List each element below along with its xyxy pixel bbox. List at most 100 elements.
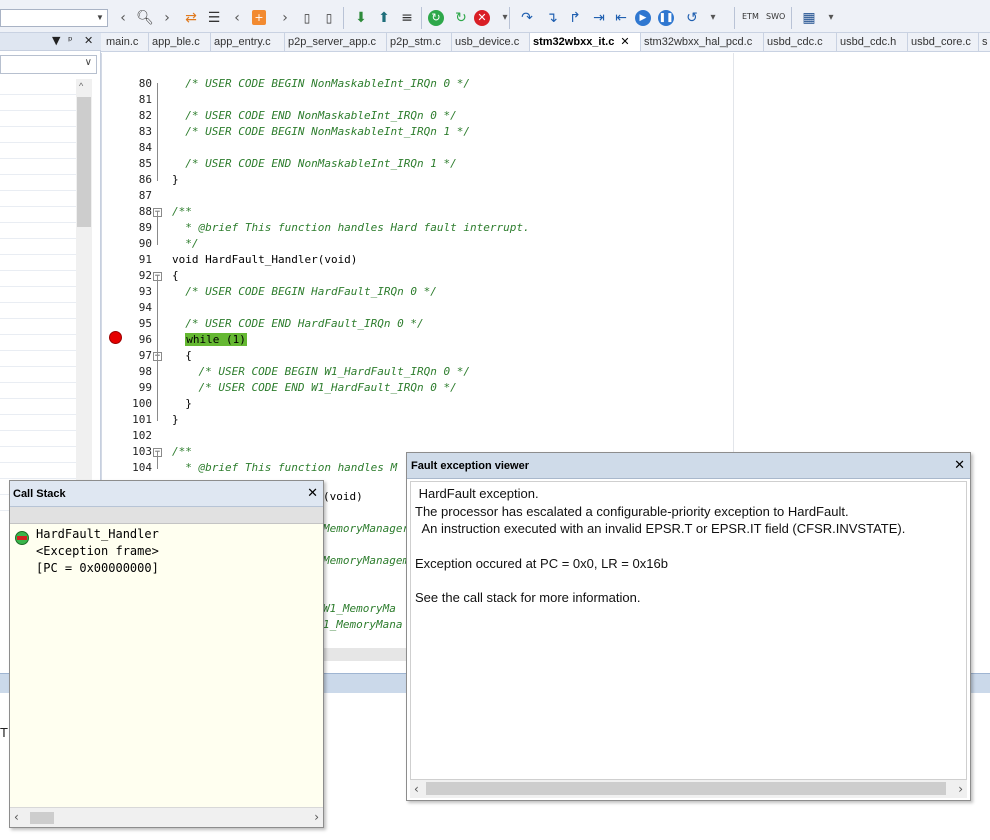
step-over-icon[interactable]: ↷ [518, 9, 536, 27]
page-next-icon[interactable]: ▯ [320, 9, 338, 27]
code-line[interactable]: } [172, 413, 179, 426]
code-line[interactable]: * @brief This function handles M [172, 461, 397, 474]
code-line[interactable]: /* USER CODE END W1_HardFault_IRQn 0 */ [172, 381, 456, 394]
left-pane-list[interactable] [0, 79, 76, 519]
indent-list-icon[interactable]: ☰ [205, 9, 223, 27]
scrollbar-thumb[interactable] [426, 782, 946, 795]
line-number: 97 [138, 349, 152, 362]
scroll-right-icon[interactable]: › [958, 782, 963, 796]
etm-button[interactable]: ETM [742, 12, 759, 21]
back-nav-icon[interactable]: ‹ [228, 9, 246, 27]
call-stack-frame[interactable]: HardFault_Handler [36, 527, 159, 541]
code-line[interactable]: } [172, 397, 192, 410]
editor-hscrollbar[interactable] [323, 648, 408, 661]
swo-button[interactable]: SWO [766, 12, 785, 21]
run-icon[interactable]: ▶ [635, 10, 651, 26]
code-line[interactable]: MemoryManager [323, 522, 409, 535]
code-line[interactable]: /* USER CODE BEGIN HardFault_IRQn 0 */ [172, 285, 437, 298]
page-prev-icon[interactable]: ▯ [298, 9, 316, 27]
tab-active[interactable]: stm32wbxx_it.c ✕ [530, 33, 641, 51]
stop-icon[interactable]: ✕ [474, 10, 490, 26]
pause-icon[interactable]: ❚❚ [658, 10, 674, 26]
line-number: 100 [132, 397, 152, 410]
code-line[interactable]: /* USER CODE END NonMaskableInt_IRQn 1 *… [172, 157, 457, 170]
code-line[interactable]: */ [172, 237, 198, 250]
code-line[interactable]: (void) [323, 490, 363, 503]
code-line[interactable]: /** [172, 445, 192, 458]
left-pane-scrollbar[interactable]: ^ [76, 79, 92, 519]
close-icon[interactable]: ✕ [307, 486, 318, 501]
code-line[interactable]: /* USER CODE END NonMaskableInt_IRQn 0 *… [172, 109, 457, 122]
forward-arrow-icon[interactable]: › [158, 9, 176, 27]
code-line[interactable]: /** [172, 205, 192, 218]
call-stack-frame[interactable]: <Exception frame> [36, 544, 159, 558]
download-green-icon[interactable]: ⬇ [352, 9, 370, 27]
toolbar-combo[interactable]: ▼ [0, 9, 108, 27]
left-pane-combo[interactable]: ∨ [0, 55, 97, 74]
breakpoint-icon[interactable] [109, 331, 122, 344]
tab[interactable]: usbd_core.c [908, 33, 979, 51]
call-stack-title-bar[interactable]: Call Stack ✕ [10, 481, 323, 507]
code-line[interactable]: /* USER CODE BEGIN W1_HardFault_IRQn 0 *… [172, 365, 470, 378]
tab-label: usbd_cdc.h [840, 36, 897, 48]
search-icon[interactable]: 🔍︎ [136, 9, 154, 27]
menu-list-icon[interactable]: ≡ [398, 9, 416, 27]
forward-nav-icon[interactable]: › [276, 9, 294, 27]
code-line[interactable]: W1_MemoryMa [323, 602, 396, 615]
chevron-down-icon[interactable]: ▾ [822, 9, 840, 27]
tab[interactable]: p2p_server_app.c [285, 33, 387, 51]
pane-dropdown-icon[interactable]: ▼ [52, 34, 60, 47]
step-back-icon[interactable]: ↺ [683, 9, 701, 27]
fault-viewer-title-bar[interactable]: Fault exception viewer ✕ [407, 453, 970, 479]
close-icon[interactable]: ✕ [620, 36, 629, 48]
code-line[interactable]: /* USER CODE END HardFault_IRQn 0 */ [172, 317, 423, 330]
code-line[interactable]: { [172, 349, 192, 362]
code-line[interactable]: } [172, 173, 179, 186]
scroll-up-icon[interactable]: ^ [79, 81, 83, 91]
reset-icon[interactable]: ↻ [428, 10, 444, 26]
step-into-icon[interactable]: ↴ [543, 9, 561, 27]
step-line-icon[interactable]: ⇤ [612, 9, 630, 27]
grid-icon[interactable]: ▦ [800, 9, 818, 27]
close-icon[interactable]: ✕ [954, 458, 965, 473]
run-to-cursor-icon[interactable]: ⇥ [590, 9, 608, 27]
refresh-icon[interactable]: ↻ [452, 9, 470, 27]
tab[interactable]: s [979, 33, 990, 51]
scroll-left-icon[interactable]: ‹ [14, 810, 19, 824]
tab[interactable]: usbd_cdc.h [837, 33, 908, 51]
tab[interactable]: p2p_stm.c [387, 33, 452, 51]
code-line[interactable]: /* USER CODE BEGIN NonMaskableInt_IRQn 1… [172, 125, 470, 138]
call-stack-hscrollbar[interactable]: ‹ › [10, 807, 323, 827]
code-line[interactable]: { [172, 269, 179, 282]
tab[interactable]: usb_device.c [452, 33, 530, 51]
chevron-down-icon[interactable]: ▾ [704, 9, 722, 27]
call-stack-frame[interactable]: [PC = 0x00000000] [36, 561, 159, 575]
chevron-down-icon[interactable]: ∨ [85, 57, 92, 68]
upload-green-icon[interactable]: ⬆ [375, 9, 393, 27]
swap-arrows-icon[interactable]: ⇄ [182, 9, 200, 27]
tab[interactable]: stm32wbxx_hal_pcd.c [641, 33, 764, 51]
code-line[interactable]: /* USER CODE BEGIN NonMaskableInt_IRQn 0… [172, 77, 470, 90]
close-icon[interactable]: ✕ [84, 34, 93, 47]
code-line[interactable]: 1_MemoryMana [323, 618, 402, 631]
call-stack-list[interactable]: HardFault_Handler <Exception frame> [PC … [10, 525, 323, 805]
code-line[interactable]: void HardFault_Handler(void) [172, 253, 357, 266]
scroll-left-icon[interactable]: ‹ [414, 782, 419, 796]
code-line[interactable]: * @brief This function handles Hard faul… [172, 221, 529, 234]
tab[interactable]: main.c [103, 33, 149, 51]
tab[interactable]: app_ble.c [149, 33, 211, 51]
fault-viewer-hscrollbar[interactable]: ‹ › [410, 780, 967, 798]
pin-icon[interactable]: ᵖ [68, 34, 73, 47]
chevron-down-icon[interactable]: ▾ [496, 9, 514, 27]
tab[interactable]: app_entry.c [211, 33, 285, 51]
bookmark-icon[interactable]: + [252, 10, 266, 25]
step-out-icon[interactable]: ↱ [566, 9, 584, 27]
tab[interactable]: usbd_cdc.c [764, 33, 837, 51]
scrollbar-thumb[interactable] [77, 97, 91, 227]
line-number: 89 [138, 221, 152, 234]
scrollbar-thumb[interactable] [30, 812, 54, 824]
chevron-down-icon[interactable]: ▼ [93, 10, 107, 26]
scroll-right-icon[interactable]: › [314, 810, 319, 824]
back-arrow-icon[interactable]: ‹ [114, 9, 132, 27]
code-line[interactable]: while (1) [172, 333, 247, 346]
